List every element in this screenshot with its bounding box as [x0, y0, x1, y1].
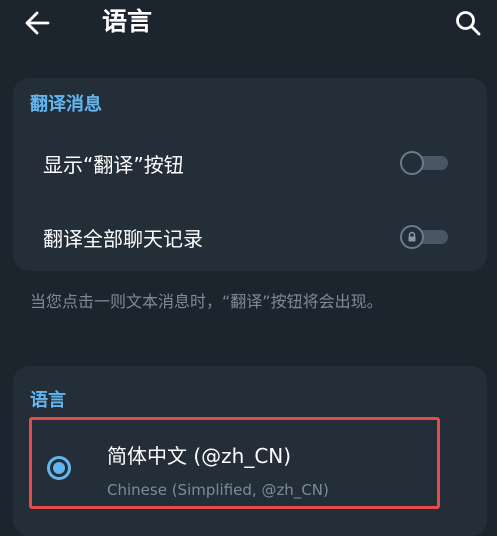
row-label: 翻译全部聊天记录 [43, 227, 203, 251]
show-translate-toggle[interactable] [400, 151, 450, 175]
translate-info-text: 当您点击一则文本消息时，“翻译”按钮将会出现。 [30, 292, 383, 311]
toggle-knob [400, 151, 424, 175]
page-title: 语言 [102, 7, 153, 36]
translate-section-header: 翻译消息 [30, 94, 102, 115]
language-radio-button[interactable] [47, 456, 71, 480]
lock-icon [408, 231, 416, 242]
search-icon [456, 11, 481, 36]
search-button[interactable] [451, 6, 485, 40]
radio-selected-dot [53, 462, 65, 474]
translate-all-chats-row[interactable]: 翻译全部聊天记录 [13, 205, 487, 269]
language-option-zh-cn[interactable]: 简体中文 (@zh_CN) Chinese (Simplified, @zh_C… [29, 417, 440, 509]
arrow-left-icon [25, 11, 50, 35]
top-app-bar: 语言 [0, 0, 497, 48]
row-label: 显示“翻译”按钮 [43, 153, 184, 177]
toggle-knob [400, 225, 424, 249]
translate-all-toggle[interactable] [400, 225, 450, 249]
back-button[interactable] [20, 6, 54, 40]
language-name: 简体中文 (@zh_CN) [107, 444, 292, 468]
language-section-header: 语言 [30, 390, 66, 411]
language-subtitle: Chinese (Simplified, @zh_CN) [107, 481, 329, 499]
show-translate-button-row[interactable]: 显示“翻译”按钮 [13, 131, 487, 195]
